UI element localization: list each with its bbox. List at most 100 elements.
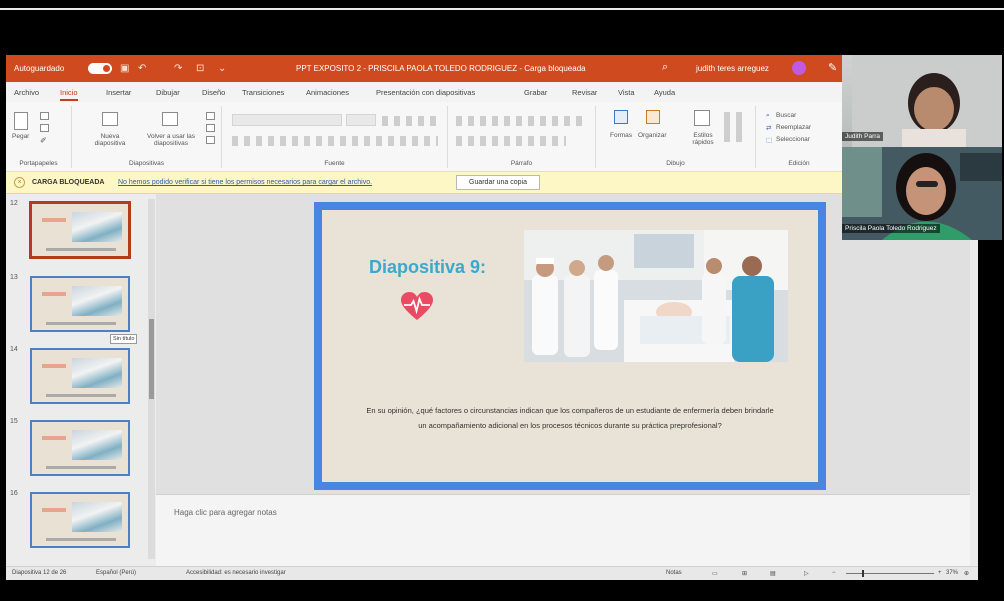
tab-grabar[interactable]: Grabar bbox=[524, 88, 547, 97]
tab-transiciones[interactable]: Transiciones bbox=[242, 88, 284, 97]
list-buttons[interactable] bbox=[456, 116, 586, 126]
new-slide-label[interactable]: Nueva diapositiva bbox=[86, 133, 134, 147]
reuse-slides-label[interactable]: Volver a usar las diapositivas bbox=[142, 133, 200, 147]
reading-view-icon[interactable]: ▤ bbox=[770, 570, 776, 577]
zoom-in-icon[interactable]: + bbox=[938, 570, 942, 576]
reuse-slides-icon[interactable] bbox=[162, 112, 178, 126]
tab-presentacion[interactable]: Presentación con diapositivas bbox=[376, 88, 475, 97]
zoom-out-icon[interactable]: − bbox=[832, 570, 836, 576]
sorter-view-icon[interactable]: ⊞ bbox=[742, 570, 747, 577]
tab-archivo[interactable]: Archivo bbox=[14, 88, 39, 97]
present-icon[interactable]: ⊡ bbox=[196, 63, 204, 74]
select-icon[interactable]: ⬚ bbox=[766, 136, 772, 144]
save-icon[interactable]: ▣ bbox=[120, 63, 129, 74]
mini-text bbox=[46, 538, 116, 541]
reset-icon[interactable] bbox=[206, 124, 215, 132]
group-label-clipboard: Portapapeles bbox=[19, 160, 58, 167]
paste-label[interactable]: Pegar bbox=[12, 133, 29, 140]
copy-icon[interactable] bbox=[40, 124, 49, 132]
language-status[interactable]: Español (Perú) bbox=[96, 570, 136, 576]
tab-dibujar[interactable]: Dibujar bbox=[156, 88, 180, 97]
group-slides: Nueva diapositiva Volver a usar las diap… bbox=[72, 106, 222, 168]
zoom-slider[interactable] bbox=[846, 573, 934, 574]
slide-thumbnail-14[interactable] bbox=[30, 348, 130, 404]
tab-revisar[interactable]: Revisar bbox=[572, 88, 597, 97]
tab-ayuda[interactable]: Ayuda bbox=[654, 88, 675, 97]
avatar[interactable] bbox=[792, 61, 806, 75]
customize-icon[interactable]: ⌄ bbox=[218, 63, 226, 74]
mini-photo bbox=[72, 502, 122, 532]
scrollbar-grip[interactable] bbox=[149, 319, 154, 399]
font-format-buttons[interactable] bbox=[232, 136, 438, 146]
tab-vista[interactable]: Vista bbox=[618, 88, 635, 97]
group-label-font: Fuente bbox=[324, 160, 345, 167]
pen-icon[interactable]: ✎ bbox=[828, 61, 837, 74]
group-editing: ⌕ Buscar ⇄ Reemplazar ⬚ Seleccionar Edic… bbox=[756, 106, 842, 168]
slide-thumbnail-13[interactable] bbox=[30, 276, 130, 332]
thumbnail-scrollbar[interactable] bbox=[148, 199, 155, 559]
replace-button[interactable]: Reemplazar bbox=[776, 124, 811, 131]
mini-title bbox=[42, 508, 66, 512]
mini-title bbox=[42, 364, 66, 368]
font-size-input[interactable] bbox=[346, 114, 376, 126]
shapes-label[interactable]: Formas bbox=[610, 132, 632, 139]
powerpoint-window: Autoguardado ▣ ↶ ↷ ⊡ ⌄ PPT EXPOSITO 2 - … bbox=[6, 55, 978, 580]
new-slide-icon[interactable] bbox=[102, 112, 118, 126]
tab-insertar[interactable]: Insertar bbox=[106, 88, 131, 97]
quick-styles-icon[interactable] bbox=[694, 110, 710, 126]
current-slide[interactable]: Diapositiva 9: En su opinión, ¿qué facto… bbox=[314, 202, 826, 490]
thumb-number: 12 bbox=[10, 200, 18, 207]
editor-scrollbar[interactable] bbox=[970, 194, 978, 566]
normal-view-icon[interactable]: ▭ bbox=[712, 570, 718, 577]
replace-icon[interactable]: ⇄ bbox=[766, 124, 771, 132]
redo-icon[interactable]: ↷ bbox=[174, 63, 182, 74]
find-button[interactable]: Buscar bbox=[776, 112, 796, 119]
paste-icon[interactable] bbox=[14, 112, 28, 130]
zoom-level[interactable]: 37% bbox=[946, 570, 958, 576]
notes-placeholder[interactable]: Haga clic para agregar notas bbox=[174, 508, 277, 517]
mini-photo bbox=[72, 286, 122, 316]
ribbon: Pegar ✐ Portapapeles Nueva diapositiva V… bbox=[6, 102, 978, 172]
font-size-buttons[interactable] bbox=[382, 116, 438, 126]
slide-body-text[interactable]: En su opinión, ¿qué factores o circunsta… bbox=[364, 403, 776, 433]
tab-inicio[interactable]: Inicio bbox=[60, 88, 78, 101]
screen: Autoguardado ▣ ↶ ↷ ⊡ ⌄ PPT EXPOSITO 2 - … bbox=[0, 0, 1004, 601]
slide-title[interactable]: Diapositiva 9: bbox=[369, 257, 486, 278]
layout-icon[interactable] bbox=[206, 112, 215, 120]
infobar-message-link[interactable]: No hemos podido verificar si tiene los p… bbox=[118, 179, 372, 186]
tab-animaciones[interactable]: Animaciones bbox=[306, 88, 349, 97]
thumb-number: 13 bbox=[10, 274, 18, 281]
zoom-slider-knob[interactable] bbox=[862, 570, 864, 577]
user-name[interactable]: judith teres arreguez bbox=[696, 64, 769, 73]
undo-icon[interactable]: ↶ bbox=[138, 63, 146, 74]
heart-icon bbox=[401, 292, 433, 320]
section-icon[interactable] bbox=[206, 136, 215, 144]
slide-counter: Diapositiva 12 de 26 bbox=[12, 570, 67, 576]
autosave-toggle[interactable] bbox=[88, 63, 112, 74]
slideshow-icon[interactable]: ▷ bbox=[804, 570, 809, 577]
mini-title bbox=[42, 292, 66, 296]
slide-thumbnail-12[interactable] bbox=[30, 202, 130, 258]
notes-button[interactable]: Notas bbox=[666, 570, 682, 576]
format-painter-icon[interactable]: ✐ bbox=[40, 136, 47, 145]
quick-styles-label[interactable]: Estilos rápidos bbox=[688, 132, 718, 146]
group-label-paragraph: Párrafo bbox=[510, 160, 533, 167]
accessibility-status[interactable]: Accesibilidad: es necesario investigar bbox=[186, 570, 286, 576]
shape-format-buttons[interactable] bbox=[724, 112, 748, 142]
slide-thumbnail-15[interactable] bbox=[30, 420, 130, 476]
cut-icon[interactable] bbox=[40, 112, 49, 120]
arrange-label[interactable]: Organizar bbox=[638, 132, 667, 139]
font-name-input[interactable] bbox=[232, 114, 342, 126]
find-icon[interactable]: ⌕ bbox=[766, 112, 770, 120]
tab-diseno[interactable]: Diseño bbox=[202, 88, 225, 97]
shapes-icon[interactable] bbox=[614, 110, 628, 124]
select-button[interactable]: Seleccionar bbox=[776, 136, 810, 143]
save-copy-button[interactable]: Guardar una copia bbox=[456, 175, 540, 190]
slide-thumbnail-16[interactable] bbox=[30, 492, 130, 548]
fit-slide-icon[interactable]: ⊕ bbox=[964, 570, 969, 577]
title-bar: Autoguardado ▣ ↶ ↷ ⊡ ⌄ PPT EXPOSITO 2 - … bbox=[6, 55, 978, 82]
search-icon[interactable]: ⌕ bbox=[662, 61, 668, 74]
align-buttons[interactable] bbox=[456, 136, 566, 146]
notes-pane[interactable]: Haga clic para agregar notas bbox=[156, 494, 978, 566]
arrange-icon[interactable] bbox=[646, 110, 660, 124]
